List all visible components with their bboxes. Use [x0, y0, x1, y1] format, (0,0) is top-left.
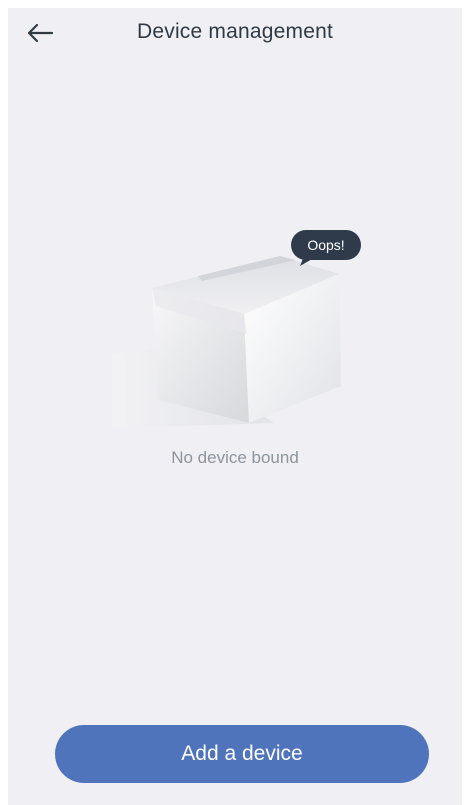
screen: Device management Oops! No device bound … — [8, 8, 462, 805]
empty-state: Oops! No device bound — [8, 218, 462, 478]
add-device-button[interactable]: Add a device — [55, 725, 429, 783]
page-title: Device management — [137, 20, 333, 43]
oops-text: Oops! — [307, 237, 345, 253]
oops-bubble: Oops! — [290, 226, 364, 266]
empty-message: No device bound — [171, 448, 299, 467]
top-bar: Device management — [8, 8, 462, 56]
